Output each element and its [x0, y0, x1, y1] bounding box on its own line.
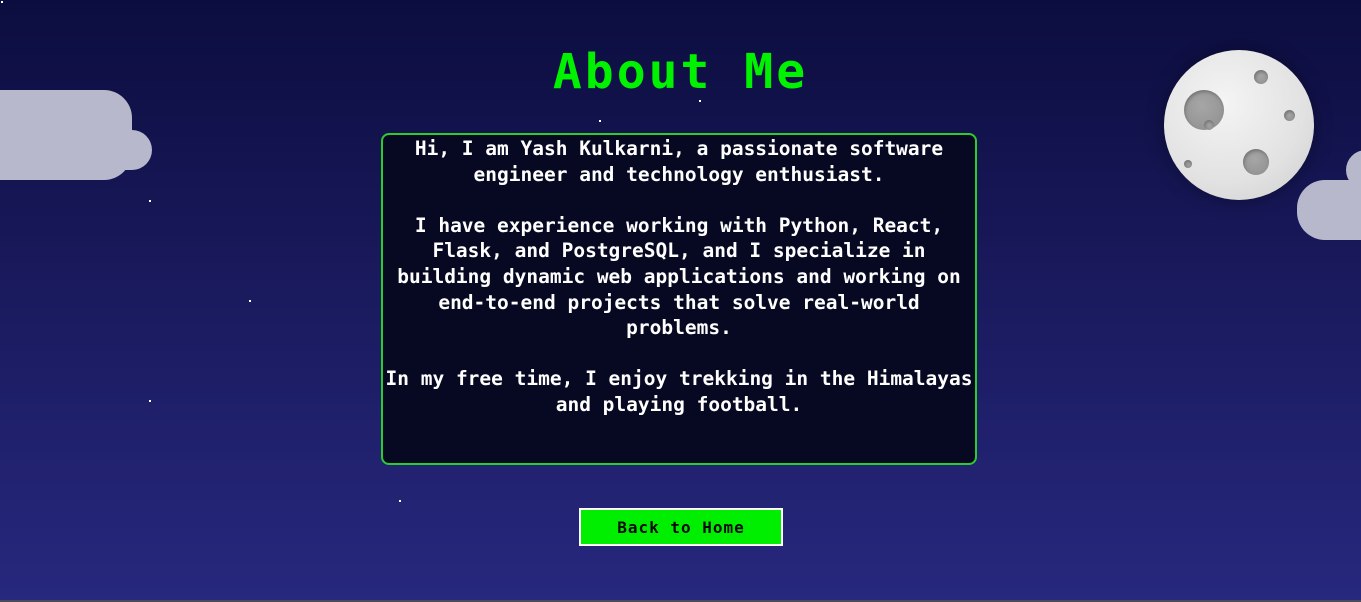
about-text-box: Hi, I am Yash Kulkarni, a passionate sof… — [381, 133, 977, 465]
moon-crater — [1284, 110, 1295, 121]
moon-crater — [1243, 149, 1269, 175]
moon-crater — [1184, 160, 1192, 168]
cloud-icon — [100, 130, 152, 170]
back-to-home-button[interactable]: Back to Home — [579, 508, 783, 546]
about-paragraph-intro: Hi, I am Yash Kulkarni, a passionate sof… — [414, 137, 944, 186]
cloud-icon — [1297, 180, 1361, 240]
star-icon — [399, 500, 401, 502]
page-title: About Me — [552, 44, 809, 100]
star-icon — [1, 1, 3, 3]
about-paragraph-hobbies: In my free time, I enjoy trekking in the… — [385, 367, 973, 416]
about-paragraph-experience: I have experience working with Python, R… — [397, 213, 961, 340]
star-icon — [149, 400, 151, 402]
star-icon — [149, 200, 151, 202]
moon-crater — [1204, 120, 1214, 130]
star-icon — [599, 120, 601, 122]
star-icon — [249, 300, 251, 302]
